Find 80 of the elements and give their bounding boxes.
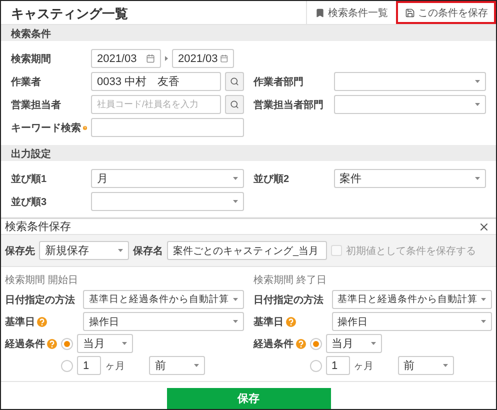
bookmark-icon bbox=[315, 8, 325, 18]
search-button[interactable] bbox=[224, 72, 244, 91]
unit-label: ヶ月 bbox=[354, 360, 374, 372]
caret-icon bbox=[370, 342, 376, 345]
field-label: 並び順2 bbox=[254, 172, 290, 186]
worker-field[interactable]: 0033 中村 友香 bbox=[91, 72, 220, 91]
caret-icon bbox=[442, 364, 448, 367]
sort-select[interactable] bbox=[91, 192, 244, 211]
help-icon bbox=[296, 338, 306, 348]
range-heading: 検索期間 終了日 bbox=[254, 274, 328, 287]
caret-icon bbox=[481, 320, 486, 323]
elapsed-select[interactable]: 当月 bbox=[326, 334, 382, 353]
field-label: 作業者部門 bbox=[254, 76, 304, 88]
section-header: 出力設定 bbox=[1, 145, 496, 161]
field-label: キーワード検索 bbox=[11, 122, 81, 134]
field-label: 日付指定の方法 bbox=[254, 293, 324, 306]
field-label: 並び順3 bbox=[11, 196, 48, 208]
caret-icon bbox=[194, 364, 199, 367]
save-target-select[interactable]: 新規保存 bbox=[39, 241, 129, 260]
caret-icon bbox=[232, 298, 238, 301]
caret-icon bbox=[232, 200, 238, 203]
radio-button[interactable] bbox=[310, 360, 322, 372]
field-label: 作業者 bbox=[11, 76, 42, 88]
calendar-icon bbox=[220, 54, 228, 63]
page-title: キャスティング一覧 bbox=[10, 5, 129, 23]
search-button[interactable] bbox=[224, 95, 244, 114]
caret-icon bbox=[232, 177, 238, 180]
elapsed-select[interactable]: 当月 bbox=[77, 334, 133, 353]
save-conditions-button[interactable]: この条件を保存 bbox=[396, 1, 496, 24]
field-label: 並び順1 bbox=[11, 172, 48, 186]
field-label: 基準日 bbox=[254, 316, 284, 328]
section-header: 検索条件 bbox=[1, 25, 496, 41]
field-label: 営業担当者部門 bbox=[254, 98, 324, 112]
direction-select[interactable]: 前 bbox=[149, 356, 205, 375]
method-select[interactable]: 基準日と経過条件から自動計算 bbox=[83, 290, 244, 309]
field-label: 経過条件 bbox=[254, 338, 294, 350]
field-label: 検索期間 bbox=[11, 52, 52, 66]
date-field[interactable]: 2021/03 bbox=[172, 49, 234, 68]
help-icon bbox=[47, 338, 57, 348]
unit-label: ヶ月 bbox=[105, 360, 126, 372]
save-name-field[interactable]: 案件ごとのキャスティング_当月 bbox=[167, 241, 327, 260]
close-icon[interactable] bbox=[478, 220, 490, 232]
help-icon bbox=[37, 316, 47, 326]
range-heading: 検索期間 開始日 bbox=[5, 274, 79, 287]
caret-icon bbox=[475, 80, 480, 83]
sort-select[interactable]: 案件 bbox=[334, 169, 486, 188]
calendar-icon bbox=[146, 54, 155, 63]
dialog-title: 検索条件保存 bbox=[5, 220, 71, 234]
caret-icon bbox=[481, 298, 486, 301]
search-icon bbox=[230, 77, 238, 86]
month-count-field[interactable]: 1 bbox=[77, 356, 101, 375]
save-icon bbox=[405, 8, 415, 18]
sort-select[interactable]: 月 bbox=[91, 169, 244, 188]
base-date-select[interactable]: 操作日 bbox=[332, 312, 492, 331]
arrow-icon bbox=[165, 56, 168, 61]
radio-button[interactable] bbox=[61, 338, 73, 350]
help-icon bbox=[286, 316, 296, 326]
caret-icon bbox=[475, 103, 480, 106]
department-select[interactable] bbox=[334, 95, 486, 114]
caret-icon bbox=[475, 177, 480, 180]
field-label: 保存先 bbox=[5, 244, 35, 258]
search-icon bbox=[230, 100, 238, 109]
field-label: 経過条件 bbox=[5, 338, 45, 350]
radio-button[interactable] bbox=[61, 360, 73, 372]
method-select[interactable]: 基準日と経過条件から自動計算 bbox=[332, 290, 492, 309]
caret-icon bbox=[122, 342, 127, 345]
month-count-field[interactable]: 1 bbox=[326, 356, 350, 375]
keyword-field[interactable] bbox=[91, 118, 244, 137]
field-label: 保存名 bbox=[133, 244, 163, 258]
radio-button[interactable] bbox=[310, 338, 322, 350]
field-label: 基準日 bbox=[5, 316, 35, 328]
direction-select[interactable]: 前 bbox=[398, 356, 454, 375]
department-select[interactable] bbox=[334, 72, 486, 91]
date-field[interactable]: 2021/03 bbox=[91, 49, 161, 68]
caret-icon bbox=[118, 249, 123, 252]
field-label: 営業担当者 bbox=[11, 98, 62, 112]
checkbox-label: 初期値として条件を保存する bbox=[346, 244, 476, 258]
base-date-select[interactable]: 操作日 bbox=[83, 312, 244, 331]
field-label: 日付指定の方法 bbox=[5, 293, 76, 306]
caret-icon bbox=[232, 320, 238, 323]
